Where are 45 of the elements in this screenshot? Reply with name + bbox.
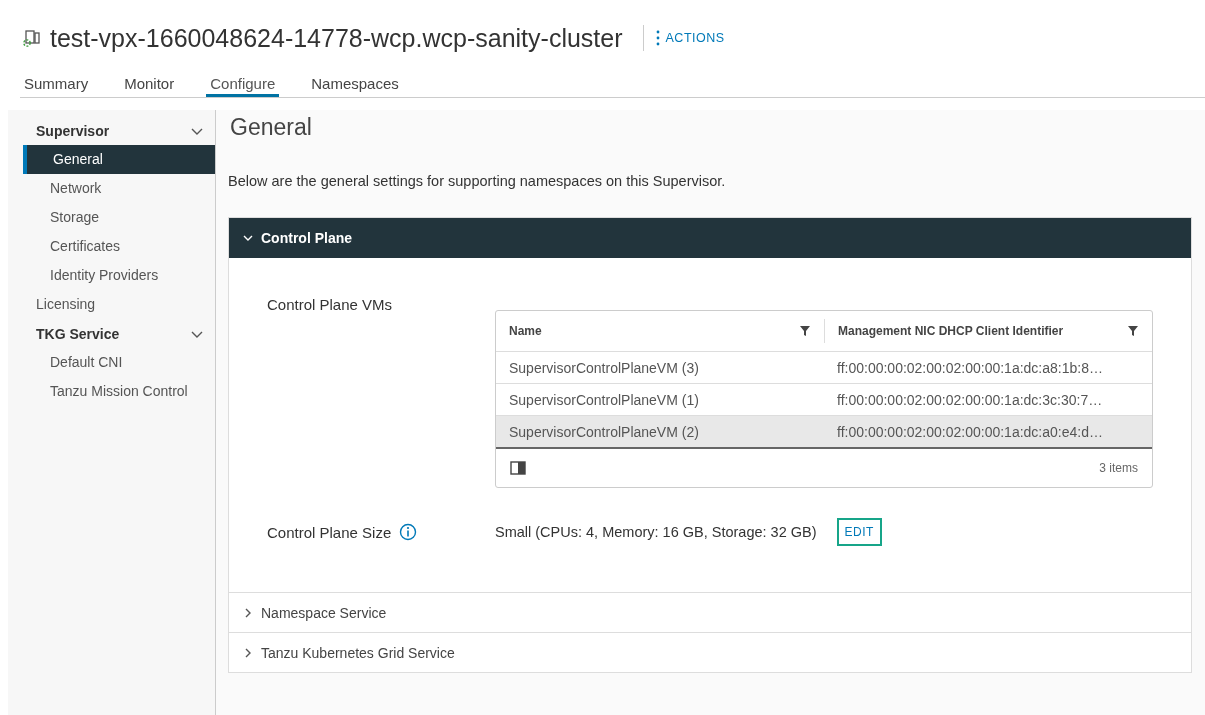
chevron-right-icon (243, 607, 253, 618)
filter-icon[interactable] (800, 326, 810, 336)
item-count: 3 items (1099, 461, 1138, 475)
info-icon[interactable] (399, 523, 418, 541)
cluster-icon (22, 28, 42, 48)
sidebar-item[interactable]: Default CNI (8, 348, 215, 377)
table-row[interactable]: SupervisorControlPlaneVM (3) ff:00:00:00:02:00:02:00:00:1a:dc:a8:1b:8… (496, 352, 1152, 384)
field-value: Small (CPUs: 4, Memory: 16 GB, Storage: 32 GB) (495, 524, 817, 540)
kebab-icon (655, 30, 660, 46)
sidebar-section[interactable]: Supervisor (8, 116, 215, 145)
columns-icon[interactable] (510, 461, 526, 475)
field-label: Control Plane VMs (267, 295, 394, 315)
table-row[interactable]: SupervisorControlPlaneVM (2) ff:00:00:00:02:00:02:00:00:1a:dc:a0:e4:d… (496, 416, 1152, 449)
column-header[interactable]: Management NIC DHCP Client Identifier (838, 324, 1064, 338)
tab[interactable]: Configure (206, 66, 280, 97)
filter-icon[interactable] (1128, 326, 1138, 336)
chevron-down-icon (243, 233, 253, 243)
page-heading: General (230, 114, 313, 141)
sidebar-section[interactable]: TKG Service (8, 319, 215, 348)
sidebar-item[interactable]: Identity Providers (8, 261, 215, 290)
edit-button[interactable]: EDIT (836, 518, 882, 546)
description-text: Below are the general settings for supporting namespaces on this Supervisor. (228, 173, 727, 189)
sidebar-item[interactable]: Tanzu Mission Control (8, 377, 215, 406)
sidebar-item[interactable]: Network (8, 174, 215, 203)
chevron-right-icon (243, 647, 253, 658)
sidebar-item[interactable]: General (23, 145, 215, 174)
page-title: test-vpx-1660048624-14778-wcp.wcp-sanity-cluster (50, 23, 623, 53)
sidebar-item[interactable]: Storage (8, 203, 215, 232)
table-cell: ff:00:00:00:02:00:02:00:00:1a:dc:3c:30:7… (837, 391, 1103, 408)
tab[interactable]: Monitor (120, 66, 179, 97)
section-label: Supervisor (36, 122, 110, 139)
accordion-header[interactable]: Control Plane (229, 218, 1191, 258)
field-label: Control Plane Size (267, 523, 392, 541)
table-cell: ff:00:00:00:02:00:02:00:00:1a:dc:a0:e4:d… (837, 423, 1103, 440)
actions-button[interactable]: ACTIONS (655, 30, 725, 46)
sidebar-item[interactable]: Certificates (8, 232, 215, 261)
table-cell: SupervisorControlPlaneVM (1) (509, 391, 699, 408)
table-cell: ff:00:00:00:02:00:02:00:00:1a:dc:a8:1b:8… (837, 359, 1103, 376)
tab[interactable]: Namespaces (307, 66, 403, 97)
section-label: TKG Service (36, 325, 120, 342)
table-cell: SupervisorControlPlaneVM (3) (509, 359, 699, 376)
column-header[interactable]: Name (509, 324, 542, 338)
sidebar-item[interactable]: Licensing (8, 290, 215, 319)
tab[interactable]: Summary (20, 66, 93, 97)
table-cell: SupervisorControlPlaneVM (2) (509, 423, 699, 440)
